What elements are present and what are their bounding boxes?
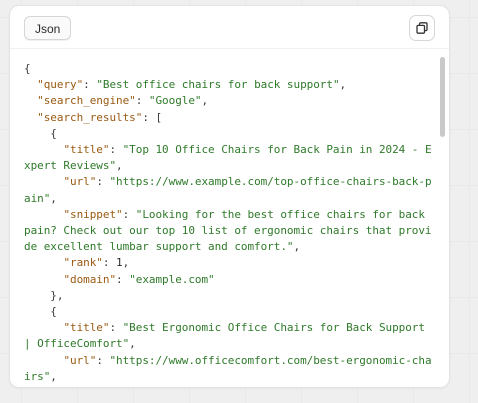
json-string: irs" — [24, 369, 51, 383]
code-line: "domain": "example.com" — [24, 272, 215, 286]
json-key: "title" — [63, 143, 110, 157]
scrollbar-track[interactable] — [440, 57, 445, 383]
code-punct — [24, 354, 63, 367]
code-punct — [24, 111, 37, 124]
json-key: "title" — [63, 321, 110, 335]
copy-button[interactable] — [409, 15, 435, 41]
json-viewer-panel: Json { "query": "Best office chairs for … — [9, 5, 450, 388]
json-key: "snippet" — [63, 207, 123, 221]
code-punct — [24, 143, 63, 156]
code-line: "url": "https://www.example.com/top-offi… — [24, 175, 432, 189]
json-string: "Best office chairs for back support" — [96, 78, 340, 92]
code-punct — [24, 175, 63, 188]
code-punct — [24, 321, 63, 334]
tab-json[interactable]: Json — [24, 16, 72, 40]
code-punct: , — [116, 159, 123, 173]
panel-header: Json — [10, 6, 449, 48]
code-line: "url": "https://www.officecomfort.com/be… — [24, 353, 432, 367]
code-line: { — [24, 62, 31, 75]
code-punct: : — [109, 143, 123, 157]
code-punct: { — [24, 305, 57, 319]
code-punct: { — [24, 126, 57, 140]
json-string: | OfficeComfort" — [24, 337, 130, 351]
code-punct: : — [135, 94, 149, 108]
json-key: "search_engine" — [37, 94, 136, 108]
code-line: xpert Reviews", — [24, 159, 123, 172]
json-key: "query" — [37, 78, 84, 92]
json-string: "example.com" — [129, 272, 215, 286]
code-punct — [24, 94, 37, 107]
json-code: { "query": "Best office chairs for back … — [10, 49, 449, 385]
code-line: { — [24, 127, 57, 140]
code-punct: : — [96, 175, 110, 189]
code-punct: , — [201, 94, 209, 108]
code-punct: : — [122, 207, 136, 221]
json-string: "https://www.officecomfort.com/best-ergo… — [109, 353, 432, 367]
code-punct — [24, 256, 63, 269]
json-string: "https://www.example.com/top-office-chai… — [109, 175, 432, 189]
json-string: xpert Reviews" — [24, 159, 117, 173]
scrollbar-thumb[interactable] — [440, 57, 445, 137]
code-punct: , — [339, 78, 347, 92]
code-punct: : — [83, 78, 97, 92]
json-key: "search_results" — [37, 110, 143, 124]
code-punct — [24, 273, 63, 286]
code-line: pain? Check out our top 10 list of ergon… — [24, 224, 432, 237]
code-punct: : [ — [142, 110, 163, 124]
json-string: "Looking for the best office chairs for … — [135, 207, 425, 221]
code-punct: , — [50, 191, 57, 205]
code-punct — [24, 78, 37, 91]
code-punct: , — [122, 256, 130, 270]
json-string: de excellent lumbar support and comfort.… — [24, 240, 294, 254]
code-line: }, — [24, 289, 63, 302]
code-line: irs", — [24, 370, 57, 383]
code-line: "title": "Top 10 Office Chairs for Back … — [24, 143, 432, 157]
json-number: 1 — [116, 256, 123, 270]
code-line: | OfficeComfort", — [24, 337, 136, 350]
copy-icon — [416, 22, 428, 34]
json-string: pain? Check out our top 10 list of ergon… — [24, 224, 432, 238]
code-punct — [24, 208, 63, 221]
code-punct: , — [50, 369, 57, 383]
json-key: "url" — [63, 353, 97, 367]
code-punct: , — [129, 337, 136, 351]
code-line: { — [24, 305, 57, 318]
code-block[interactable]: { "query": "Best office chairs for back … — [10, 48, 449, 387]
json-key: "domain" — [63, 272, 117, 286]
code-line: "query": "Best office chairs for back su… — [24, 78, 346, 91]
code-punct: , — [293, 240, 301, 254]
json-string: ain" — [24, 191, 51, 205]
code-line: "search_results": [ — [24, 111, 162, 124]
json-string: "Top 10 Office Chairs for Back Pain in 2… — [122, 143, 432, 157]
json-string: "Best Ergonomic Office Chairs for Back S… — [122, 321, 425, 335]
code-punct: }, — [24, 288, 64, 302]
json-string: "Google" — [148, 94, 202, 108]
code-punct: : — [96, 353, 110, 367]
code-punct: : — [109, 321, 123, 335]
code-line: "title": "Best Ergonomic Office Chairs f… — [24, 321, 425, 334]
code-line: ain", — [24, 192, 57, 205]
code-punct: { — [24, 62, 31, 75]
code-punct: : — [116, 272, 130, 286]
code-line: de excellent lumbar support and comfort.… — [24, 240, 300, 253]
json-key: "url" — [63, 175, 97, 189]
code-punct: : — [102, 256, 117, 270]
code-line: "snippet": "Looking for the best office … — [24, 208, 425, 221]
code-line: "search_engine": "Google", — [24, 94, 208, 107]
code-line: "rank": 1, — [24, 256, 129, 269]
json-key: "rank" — [63, 256, 103, 270]
